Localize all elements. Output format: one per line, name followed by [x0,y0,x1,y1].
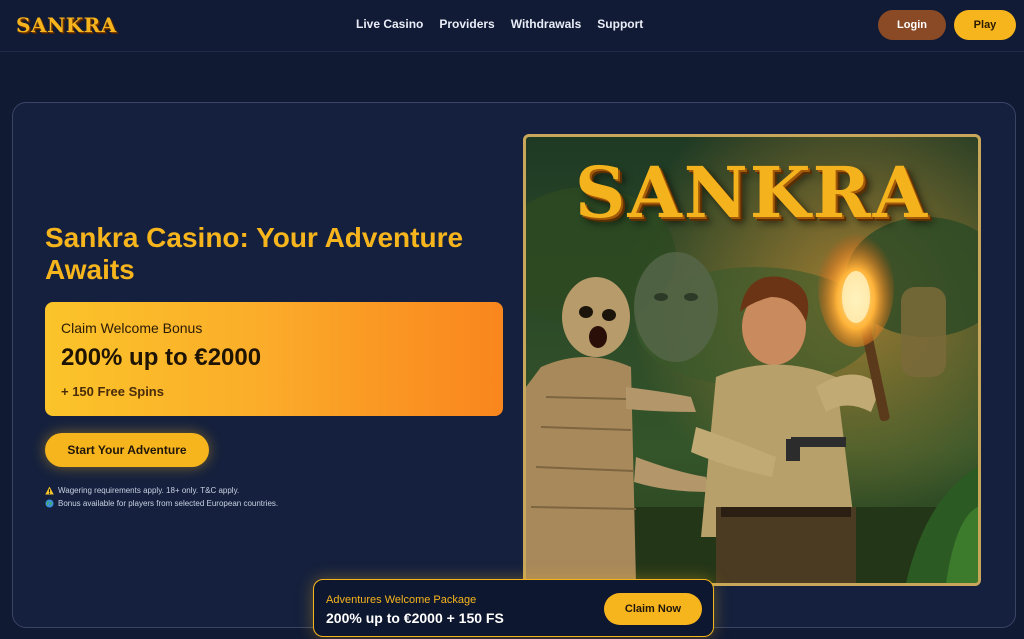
note-text: Bonus available for players from selecte… [58,499,279,508]
hero-artwork: SANKRA [523,134,981,586]
start-adventure-button[interactable]: Start Your Adventure [45,433,209,467]
warning-icon [45,486,54,495]
nav-withdrawals[interactable]: Withdrawals [511,17,582,31]
main-nav: Live Casino Providers Withdrawals Suppor… [356,17,643,31]
claim-now-button[interactable]: Claim Now [604,593,702,625]
nav-providers[interactable]: Providers [439,17,494,31]
nav-live-casino[interactable]: Live Casino [356,17,423,31]
hero-title: Sankra Casino: Your Adventure Awaits [45,222,464,285]
bonus-amount: 200% up to €2000 [61,344,262,371]
welcome-bonus-card: Claim Welcome Bonus 200% up to €2000 + 1… [45,302,503,416]
bonus-eyebrow: Claim Welcome Bonus [61,320,203,336]
site-logo[interactable]: SANKRA [16,13,117,37]
globe-icon [45,499,54,508]
note-text: Wagering requirements apply. 18+ only. T… [58,486,240,495]
top-header: SANKRA Live Casino Providers Withdrawals… [0,0,1024,52]
play-button[interactable]: Play [954,10,1016,40]
note-countries: Bonus available for players from selecte… [45,497,278,510]
note-wagering: Wagering requirements apply. 18+ only. T… [45,484,278,497]
terms-notes: Wagering requirements apply. 18+ only. T… [45,484,278,510]
sticky-promo-bar: Adventures Welcome Package 200% up to €2… [313,579,714,637]
bonus-free-spins: + 150 Free Spins [61,384,164,399]
artwork-logo: SANKRA [574,151,930,234]
promo-offer: 200% up to €2000 + 150 FS [326,610,504,626]
nav-support[interactable]: Support [597,17,643,31]
promo-label: Adventures Welcome Package [326,594,477,606]
login-button[interactable]: Login [878,10,946,40]
